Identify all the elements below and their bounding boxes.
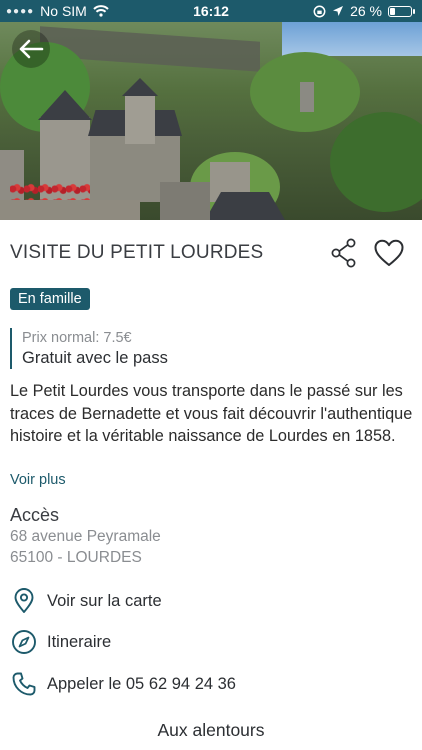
battery-fill (390, 7, 395, 15)
itinerary-action[interactable]: Itineraire (10, 628, 390, 656)
category-badge: En famille (10, 288, 90, 310)
view-map-action[interactable]: Voir sur la carte (10, 587, 390, 615)
view-map-label: Voir sur la carte (47, 591, 162, 610)
normal-price: Prix normal: 7.5€ (22, 330, 132, 346)
title-row: VISITE DU PETIT LOURDES (10, 238, 412, 270)
compass-icon (10, 628, 38, 656)
hero-gravel (0, 200, 140, 220)
hero-building (160, 182, 210, 220)
hero-sky (282, 22, 422, 56)
rotation-lock-icon (313, 5, 326, 17)
nearby-section-title[interactable]: Aux alentours (0, 720, 422, 741)
price-block: Prix normal: 7.5€ Gratuit avec le pass (10, 328, 168, 369)
hero-building (125, 94, 155, 144)
hero-tree (330, 112, 422, 212)
see-more-link[interactable]: Voir plus (10, 472, 66, 488)
access-title: Accès (10, 505, 60, 525)
heart-icon (374, 239, 404, 266)
favorite-button[interactable] (373, 238, 405, 268)
phone-icon (10, 670, 38, 698)
battery-percent: 26 % (350, 3, 382, 19)
map-pin-icon (10, 587, 38, 615)
hero-flowers (10, 182, 90, 200)
itinerary-label: Itineraire (47, 632, 112, 651)
share-icon (331, 238, 356, 268)
page-title: VISITE DU PETIT LOURDES (10, 242, 264, 263)
hero-building-roof (122, 78, 158, 96)
battery-icon (388, 5, 415, 17)
status-right: 26 % (313, 3, 415, 19)
call-action[interactable]: Appeler le 05 62 94 24 36 (10, 670, 390, 698)
hero-building (300, 82, 314, 112)
share-button[interactable] (330, 238, 358, 268)
pass-price: Gratuit avec le pass (22, 349, 168, 367)
call-label: Appeler le 05 62 94 24 36 (47, 674, 236, 693)
arrow-left-icon (19, 39, 44, 59)
address-line-2: 65100 - LOURDES (10, 549, 142, 566)
address-line-1: 68 avenue Peyramale (10, 528, 161, 545)
location-arrow-icon (333, 6, 344, 16)
back-button[interactable] (12, 30, 50, 68)
status-bar: ●●●● No SIM 16:12 26 % (0, 0, 422, 22)
description: Le Petit Lourdes vous transporte dans le… (10, 382, 413, 445)
hero-image (0, 22, 422, 220)
